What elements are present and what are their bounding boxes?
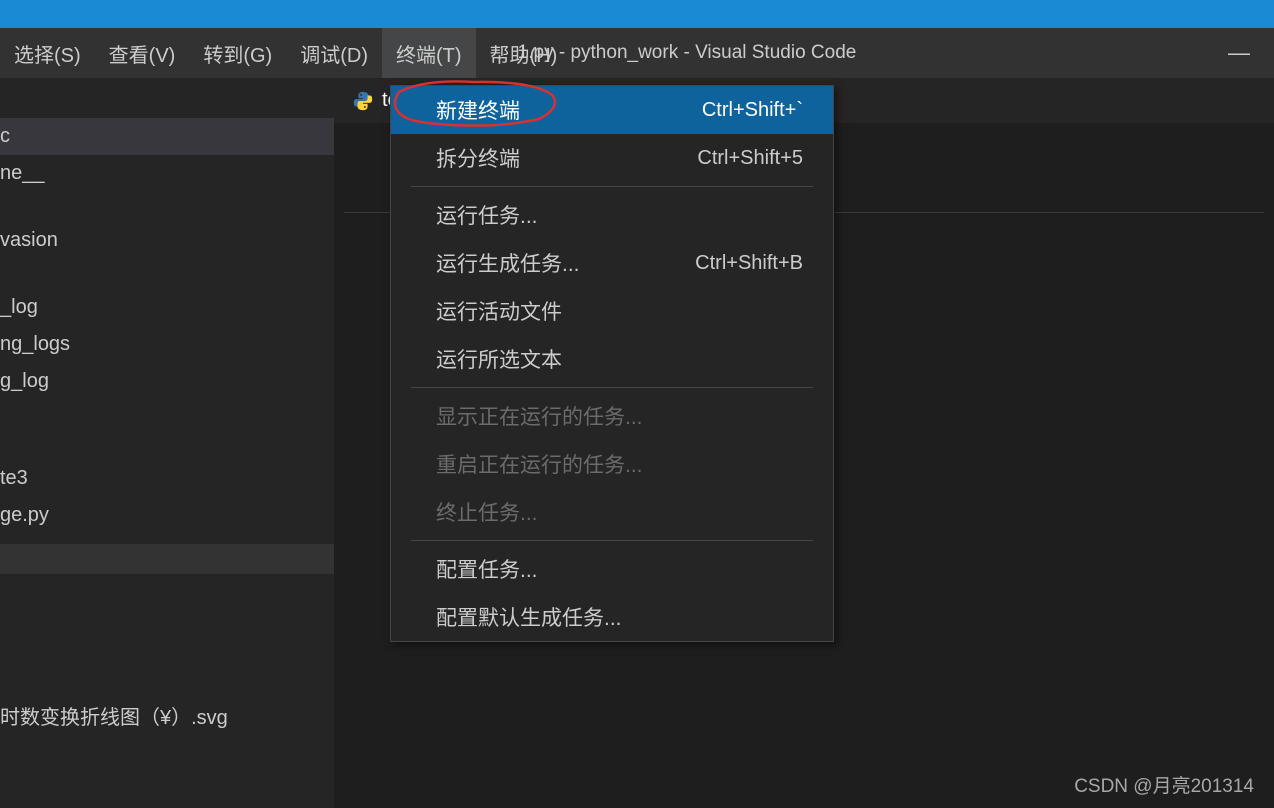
spacer	[0, 400, 334, 430]
menu-item-label: 运行活动文件	[436, 296, 562, 326]
menu-separator	[411, 186, 813, 187]
sidebar-item[interactable]: te3	[0, 460, 334, 497]
explorer-sidebar: c ne__ vasion _log ng_logs g_log te3 ge.…	[0, 78, 334, 808]
menu-run-active-file[interactable]: 运行活动文件	[391, 287, 833, 335]
menu-select[interactable]: 选择(S)	[0, 28, 95, 78]
sidebar-item[interactable]: c	[0, 118, 334, 155]
terminal-dropdown-menu: 新建终端 Ctrl+Shift+` 拆分终端 Ctrl+Shift+5 运行任务…	[390, 85, 834, 642]
menu-separator	[411, 387, 813, 388]
menu-item-label: 运行生成任务...	[436, 248, 580, 278]
menu-item-shortcut: Ctrl+Shift+5	[697, 147, 803, 170]
menu-configure-tasks[interactable]: 配置任务...	[391, 545, 833, 593]
watermark: CSDN @月亮201314	[1074, 771, 1254, 798]
minimize-button[interactable]: —	[1224, 40, 1254, 66]
menu-item-label: 拆分终端	[436, 143, 520, 173]
menu-new-terminal[interactable]: 新建终端 Ctrl+Shift+`	[391, 86, 833, 134]
menu-terminal[interactable]: 终端(T)	[382, 28, 476, 78]
menu-terminate-task: 终止任务...	[391, 488, 833, 536]
menu-goto[interactable]: 转到(G)	[189, 28, 286, 78]
menu-run-build-task[interactable]: 运行生成任务... Ctrl+Shift+B	[391, 239, 833, 287]
sidebar-item[interactable]: ne__	[0, 155, 334, 192]
menu-debug[interactable]: 调试(D)	[286, 28, 382, 78]
sidebar-item[interactable]: _log	[0, 289, 334, 326]
menu-item-label: 运行任务...	[436, 200, 538, 230]
menu-item-label: 新建终端	[436, 95, 520, 125]
menu-show-running-tasks: 显示正在运行的任务...	[391, 392, 833, 440]
menu-run-task[interactable]: 运行任务...	[391, 191, 833, 239]
menu-view[interactable]: 查看(V)	[95, 28, 190, 78]
menu-item-shortcut: Ctrl+Shift+`	[702, 99, 803, 122]
sidebar-divider	[0, 544, 334, 574]
menu-split-terminal[interactable]: 拆分终端 Ctrl+Shift+5	[391, 134, 833, 182]
sidebar-bottom-item[interactable]: 时数变换折线图（¥）.svg	[0, 694, 334, 737]
menu-run-selected-text[interactable]: 运行所选文本	[391, 335, 833, 383]
menu-items: 选择(S) 查看(V) 转到(G) 调试(D) 终端(T) 帮助(H)	[0, 28, 571, 78]
menu-item-label: 配置默认生成任务...	[436, 602, 622, 632]
menu-item-label: 重启正在运行的任务...	[436, 449, 643, 479]
sidebar-item[interactable]: g_log	[0, 363, 334, 400]
menu-separator	[411, 540, 813, 541]
sidebar-item[interactable]: ng_logs	[0, 326, 334, 363]
menu-bar: 选择(S) 查看(V) 转到(G) 调试(D) 终端(T) 帮助(H) 1.py…	[0, 28, 1274, 78]
window-title: 1.py - python_work - Visual Studio Code	[518, 42, 857, 64]
menu-item-shortcut: Ctrl+Shift+B	[695, 252, 803, 275]
menu-configure-default-build-task[interactable]: 配置默认生成任务...	[391, 593, 833, 641]
menu-item-label: 运行所选文本	[436, 344, 562, 374]
spacer	[0, 430, 334, 460]
sidebar-item[interactable]: ge.py	[0, 497, 334, 534]
python-file-icon	[352, 90, 374, 112]
menu-restart-running-tasks: 重启正在运行的任务...	[391, 440, 833, 488]
spacer	[0, 192, 334, 222]
menu-item-label: 终止任务...	[436, 497, 538, 527]
sidebar-item[interactable]: vasion	[0, 222, 334, 259]
title-bar-accent	[0, 0, 1274, 28]
menu-item-label: 配置任务...	[436, 554, 538, 584]
menu-item-label: 显示正在运行的任务...	[436, 401, 643, 431]
spacer	[0, 259, 334, 289]
